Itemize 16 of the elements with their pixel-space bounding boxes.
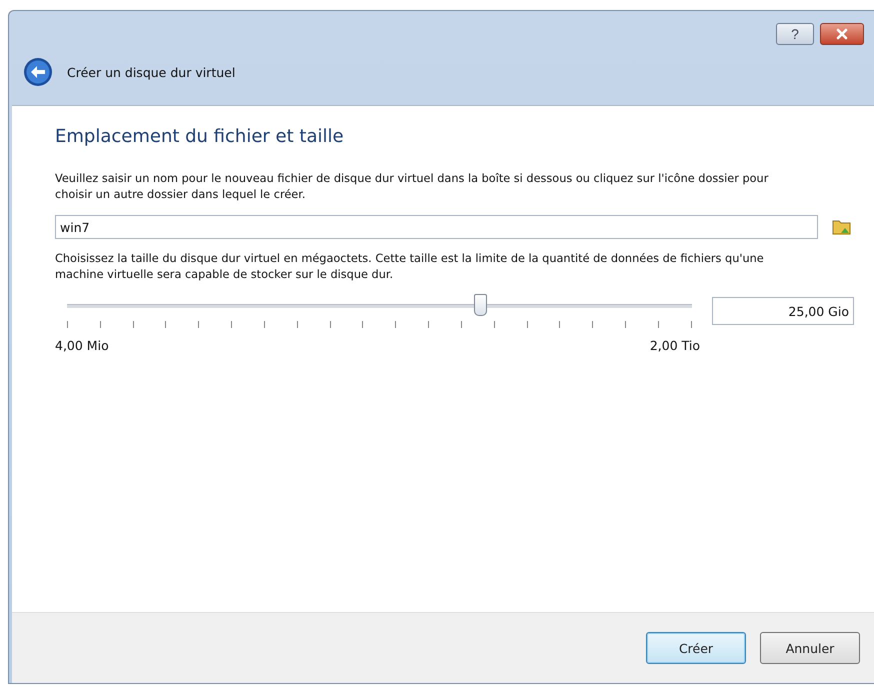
instruction-text: Choisissez la taille du disque dur virtuel en mégaoctets. Cette taille est la limite de la quantité de données de fichiers qu'une machine virtuelle sera capable de stocker sur le disque dur. xyxy=(55,251,765,283)
folder-icon[interactable] xyxy=(832,218,852,236)
close-button[interactable] xyxy=(820,23,864,45)
help-button[interactable]: ? xyxy=(776,23,814,45)
size-slider[interactable] xyxy=(67,293,692,317)
size-field[interactable]: 25,00 Gio xyxy=(712,297,854,325)
file-name-field[interactable]: win7 xyxy=(55,215,818,239)
window-title: Créer un disque dur virtuel xyxy=(67,64,236,80)
close-icon[interactable] xyxy=(835,28,849,40)
max-size-label: 2,00 Tio xyxy=(650,338,700,353)
page-heading: Emplacement du fichier et taille xyxy=(55,126,345,147)
back-icon[interactable] xyxy=(23,57,53,87)
instruction-text: Veuillez saisir un nom pour le nouveau fichier de disque dur virtuel dans la boîte si dessous ou cliquez sur l'icône dossier pour choisir un autre dossier dans lequel le créer. xyxy=(55,171,770,203)
dialog-button[interactable]: Annuler xyxy=(760,632,860,664)
dialog-button[interactable]: Créer xyxy=(646,632,746,664)
min-size-label: 4,00 Mio xyxy=(55,338,109,353)
